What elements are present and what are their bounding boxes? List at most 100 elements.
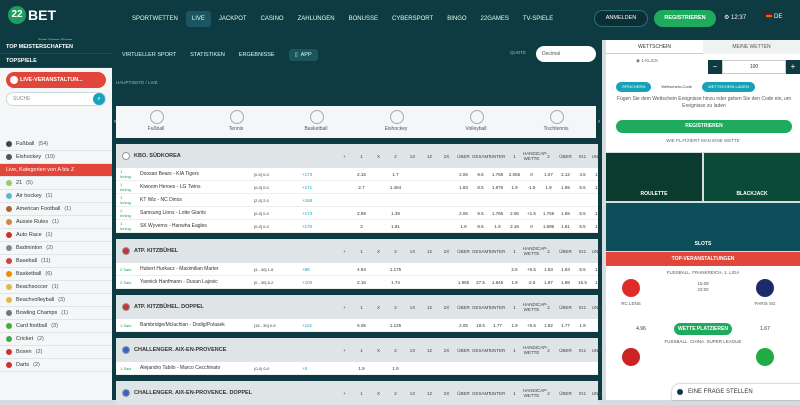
tab-my-bets[interactable]: MEINE WETTEN [703, 40, 800, 54]
slip-register-button[interactable]: REGISTRIEREN [616, 120, 792, 133]
match-row[interactable]: 1 Inning Kiwoom Heroes - LG Twins [0-0] 0-… [116, 181, 604, 194]
odds-cell[interactable]: +6.5 [523, 267, 540, 272]
league-header[interactable]: KBO. SÜDKOREA +1 X 2 1X 12 2X ÜBER GESAMT UNTER 1 H… [116, 144, 607, 168]
sidebar-item[interactable]: Basketball (6) [0, 268, 112, 281]
odds-cell[interactable]: 2.16 [506, 224, 523, 229]
nav-sportwetten[interactable]: SPORTWETTEN [126, 11, 184, 27]
odds-cell[interactable]: 1.765 [489, 172, 506, 177]
nav-tv-spiele[interactable]: TV-SPIELE [517, 11, 559, 27]
more-markets[interactable]: +170 [302, 224, 316, 229]
odds-cell[interactable]: 1.67 [540, 172, 557, 177]
sidebar-item[interactable]: Cricket (2) [0, 333, 112, 346]
stake-stepper[interactable]: − 100 + [708, 60, 800, 74]
odds-cell[interactable]: 4.94 [353, 267, 370, 272]
odds-cell[interactable]: 1.9 [540, 185, 557, 190]
odds-cell[interactable]: 1.9 [387, 366, 404, 371]
search-icon[interactable]: ⌕ [93, 93, 105, 105]
odds-cell[interactable]: 5.5 [574, 185, 591, 190]
odds-cell[interactable]: 2.15 [353, 172, 370, 177]
nav-22games[interactable]: 22GAMES [475, 11, 515, 27]
nav-casino[interactable]: CASINO [255, 11, 290, 27]
logo[interactable]: 22 BET Spiel Online Sicher [8, 6, 72, 42]
odds-cell[interactable]: 5.5 [574, 267, 591, 272]
match-row[interactable]: 1 Inning Doosan Bears - KIA Tigers [0-0] 0… [116, 168, 604, 181]
sidebar-item[interactable]: Eishockey (10) [0, 151, 112, 164]
how-to-bet-link[interactable]: WIE PLATZIERT MAN EINE WETTE [606, 138, 800, 143]
register-button[interactable]: REGISTRIEREN [654, 10, 716, 27]
plus-icon[interactable]: + [786, 60, 800, 74]
quote-select[interactable]: Decimal [536, 46, 596, 62]
sport-tab[interactable]: Fußball [116, 106, 196, 138]
odds-cell[interactable]: 2.06 [455, 211, 472, 216]
sport-tab[interactable]: Volleyball [436, 106, 516, 138]
odds-cell[interactable]: +1.5 [523, 211, 540, 216]
sport-tab[interactable]: Basketball [276, 106, 356, 138]
minus-icon[interactable]: − [708, 60, 722, 74]
odds-cell[interactable]: 1.83 [455, 185, 472, 190]
odds-cell[interactable]: 4.5 [574, 172, 591, 177]
sport-tab[interactable]: Tennis [196, 106, 276, 138]
odds-cell[interactable]: 1.9 [506, 280, 523, 285]
match-row[interactable]: 1 Inning Samsung Lions - Lotte Giants [0-0… [116, 207, 604, 220]
sidebar-item[interactable]: Fußball (54) [0, 138, 112, 151]
sidebar-item[interactable]: Darts (2) [0, 359, 112, 372]
odds-cell[interactable]: -1.5 [523, 185, 540, 190]
sub-virtual-sport[interactable]: VIRTUELLER SPORT [122, 52, 176, 58]
league-header[interactable]: CHALLENGER. AIX-EN-PROVENCE +1 X 2 1X 12 2X ÜBE… [116, 338, 607, 362]
sport-tab[interactable]: Tischtennis [516, 106, 596, 138]
app-button[interactable]: ▯ APP [288, 49, 318, 61]
match-row[interactable]: 1 Inning KT Wiz - NC Dinos [2-0] 2-0 +168 [116, 194, 598, 207]
odds-cell[interactable]: 9.5 [472, 172, 489, 177]
odds-cell[interactable]: 5.5 [574, 224, 591, 229]
more-markets[interactable]: +5 [302, 366, 316, 371]
odds-cell[interactable]: 2.5 [506, 267, 523, 272]
sidebar-item[interactable]: Beachvolleyball (3) [0, 294, 112, 307]
place-bet-button[interactable]: WETTE PLATZIEREN [674, 323, 732, 335]
league-header[interactable]: ATP. KITZBÜHEL. DOPPEL +1 X 2 1X 12 2X ÜBER GESA… [116, 295, 607, 319]
odds-cell[interactable]: 27.5 [472, 280, 489, 285]
match-row[interactable]: 2 Satz Hubert Hurkacz - Maximilian Marter… [116, 263, 604, 276]
match-row[interactable]: 1 Satz Alejandro Tabilo - Marco Cecchinat… [116, 362, 598, 375]
ask-question-button[interactable]: EINE FRAGE STELLEN [672, 384, 800, 400]
nav-jackpot[interactable]: JACKPOT [213, 11, 253, 27]
nav-cybersport[interactable]: CYBERSPORT [386, 11, 439, 27]
odds-cell[interactable]: 9.5 [472, 211, 489, 216]
odds-cell[interactable]: 2.055 [506, 172, 523, 177]
search-input[interactable]: SUCHE ⌕ [6, 92, 106, 106]
event1-odd-home[interactable]: 4.96 [612, 323, 670, 335]
blackjack-tile[interactable]: BLACKJACK [704, 153, 800, 201]
sidebar-item[interactable]: Live, Kategorien von A bis Z [0, 164, 112, 177]
odds-cell[interactable]: 2 [353, 224, 370, 229]
odds-cell[interactable]: 2.99 [353, 211, 370, 216]
odds-cell[interactable]: 1.88 [557, 280, 574, 285]
one-click-toggle[interactable]: ◉ 1-KLICK [636, 58, 658, 64]
sidebar-item[interactable]: Auto Race (1) [0, 229, 112, 242]
odds-cell[interactable]: 8.5 [472, 224, 489, 229]
odds-cell[interactable]: +5.5 [523, 323, 540, 328]
odds-cell[interactable]: 2.7 [353, 185, 370, 190]
more-markets[interactable]: +168 [302, 198, 316, 203]
more-markets[interactable]: +88 [302, 267, 316, 272]
odds-cell[interactable]: 1.85 [557, 185, 574, 190]
odds-cell[interactable]: 18.5 [472, 323, 489, 328]
odds-cell[interactable]: 1.975 [489, 185, 506, 190]
slots-tile[interactable]: SLOTS [606, 203, 800, 251]
odds-cell[interactable]: -2.5 [523, 280, 540, 285]
odds-cell[interactable]: 1.93 [557, 267, 574, 272]
odds-cell[interactable]: 2.06 [506, 211, 523, 216]
live-events-button[interactable]: LIVE-VERANSTALTUN... [6, 72, 106, 88]
nav-bonusse[interactable]: BONUSSE [343, 11, 384, 27]
more-markets[interactable]: +100 [302, 280, 316, 285]
odds-cell[interactable]: 1.85 [557, 211, 574, 216]
slip-code-input[interactable]: Wettschein-Code [655, 82, 698, 92]
roulette-tile[interactable]: ROULETTE [606, 153, 702, 201]
odds-cell[interactable]: 1.7 [387, 172, 404, 177]
sidebar-item[interactable]: Bowling Champs (1) [0, 307, 112, 320]
more-markets[interactable]: +171 [302, 185, 316, 190]
sidebar-item[interactable]: Beachsoccer (1) [0, 281, 112, 294]
odds-cell[interactable]: 1.955 [455, 280, 472, 285]
odds-cell[interactable]: 1.125 [387, 323, 404, 328]
match-row[interactable]: 1 Inning SK Wyverns - Hanwha Eagles [0-0] … [116, 220, 604, 233]
odds-cell[interactable]: 1.464 [387, 185, 404, 190]
odds-cell[interactable]: 1.9 [506, 185, 523, 190]
